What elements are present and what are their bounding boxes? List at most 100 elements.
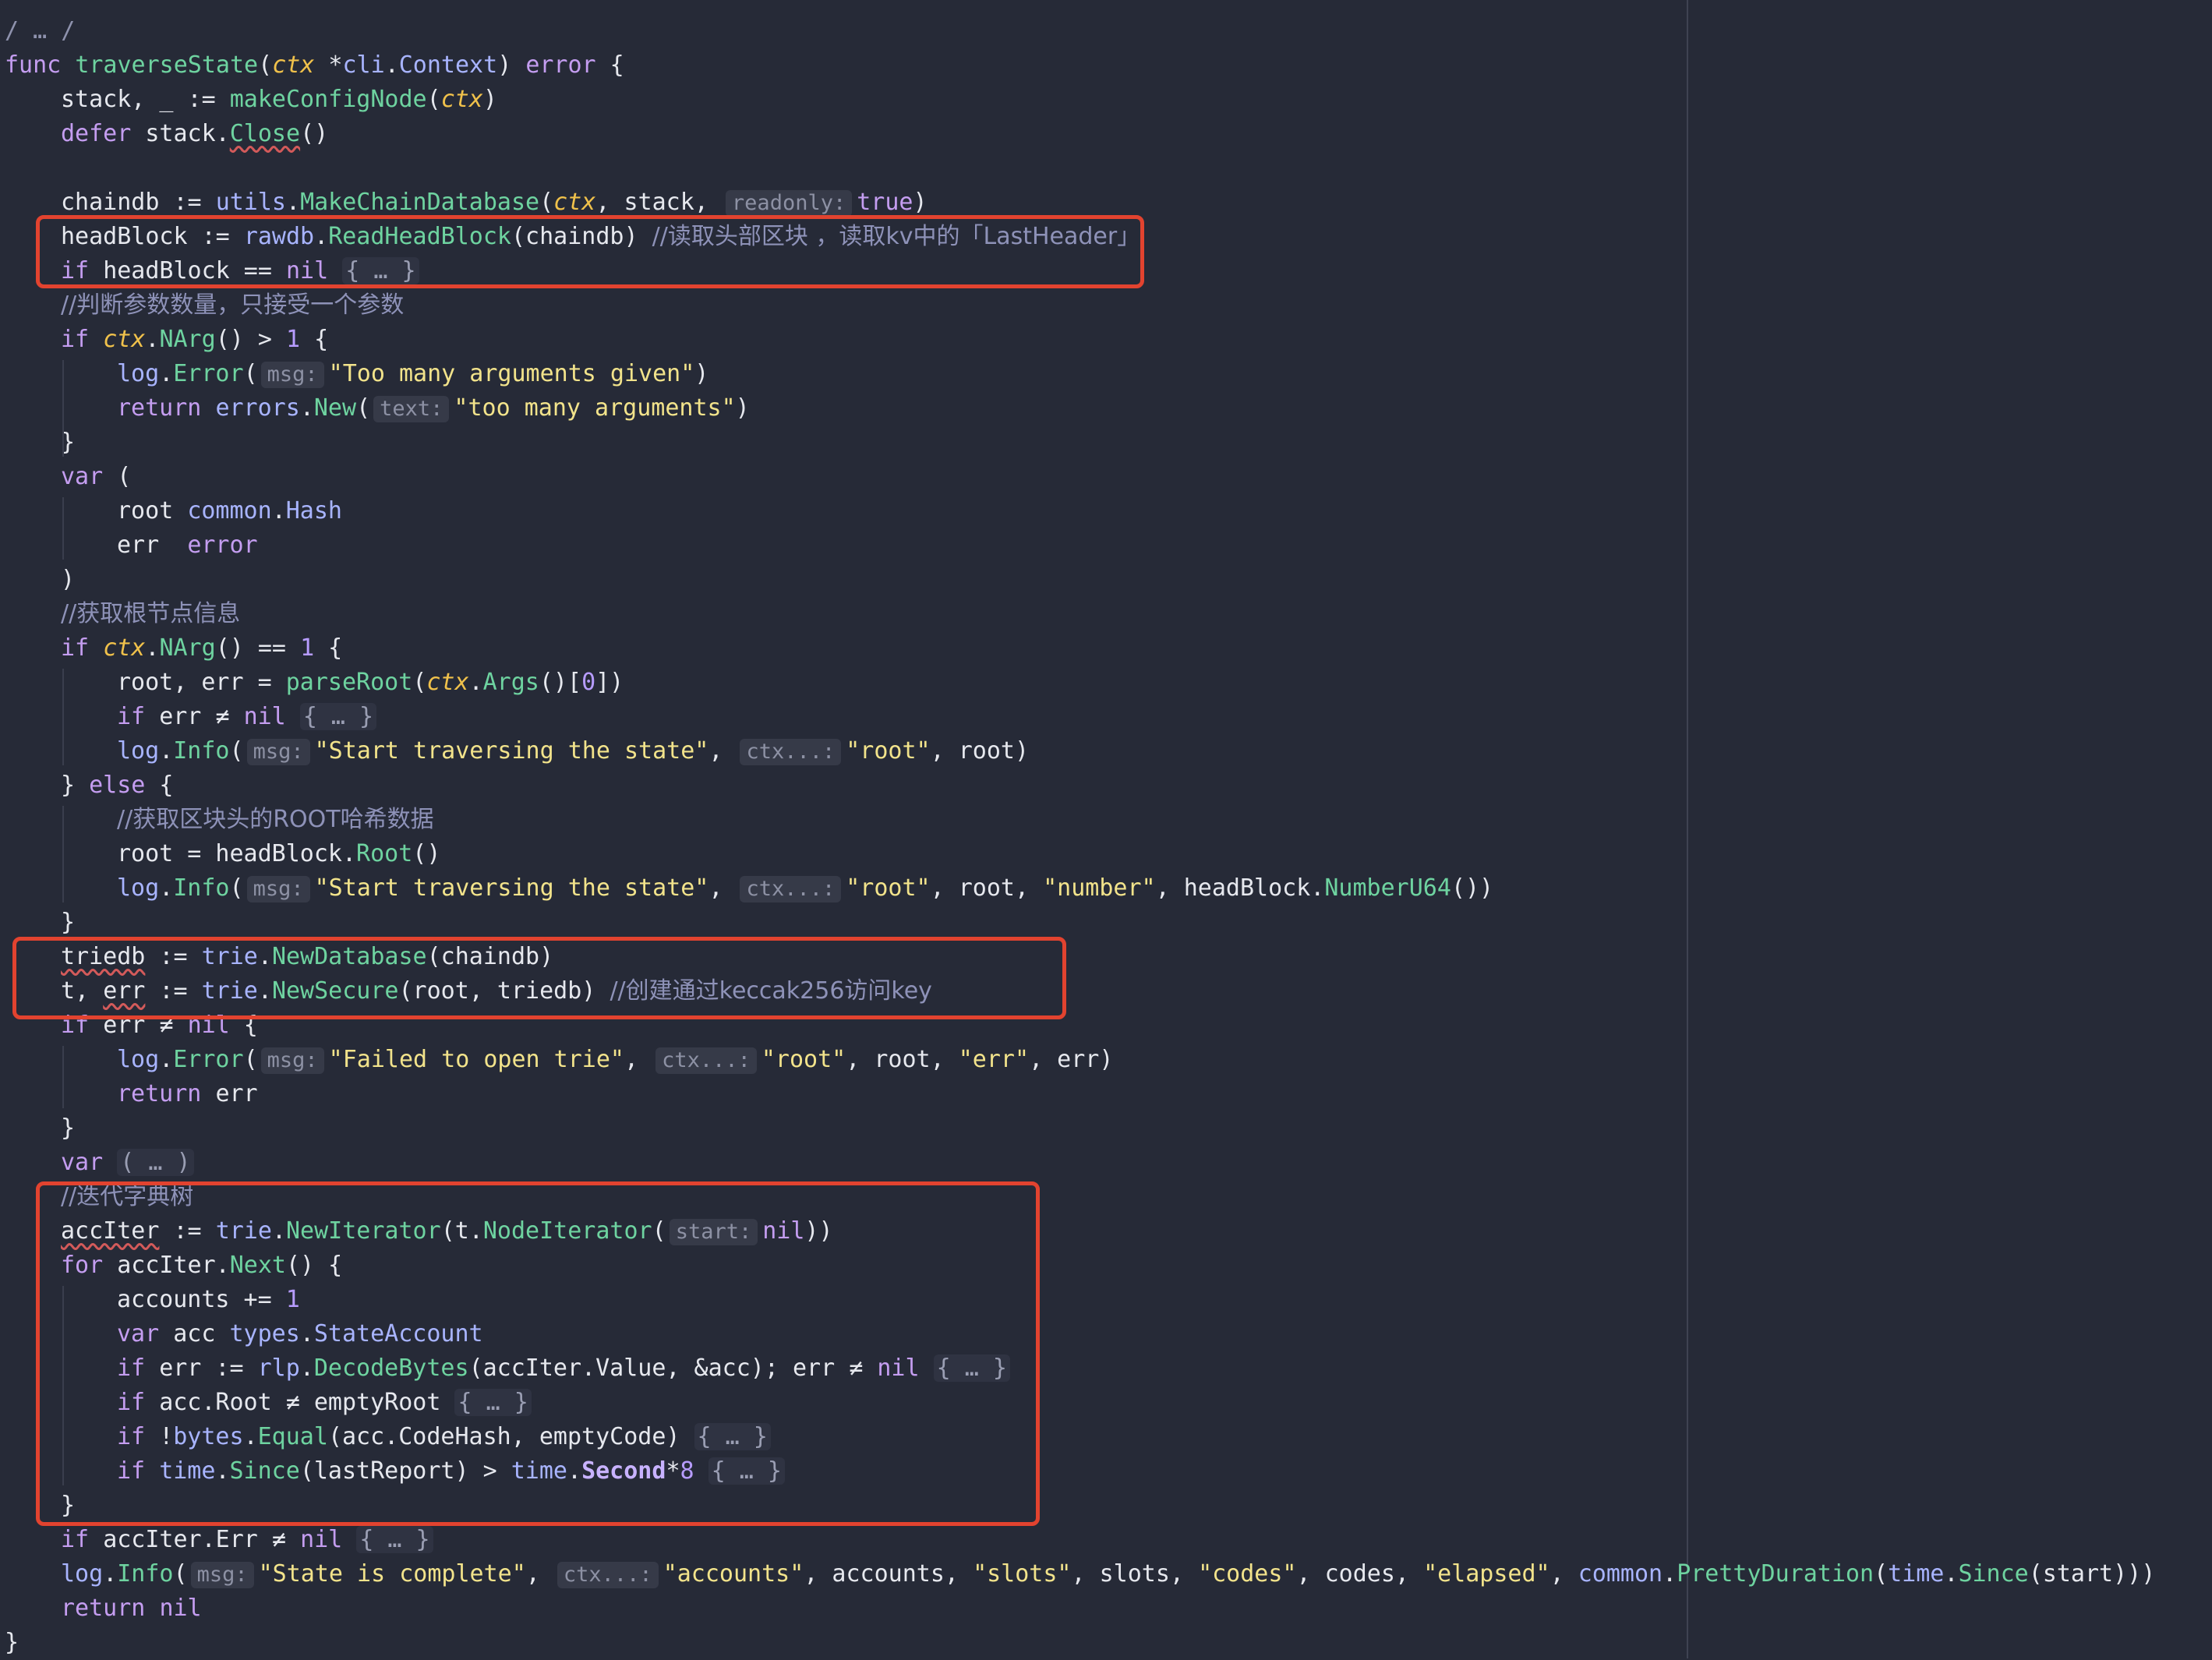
code-line[interactable]: triedb := trie.NewDatabase(chaindb) [61,940,553,974]
code-line[interactable]: if accIter.Err ≠ nil { … } [61,1523,433,1557]
code-token: 1 [300,634,315,662]
code-token: ctx [103,326,146,353]
code-token: "codes" [1198,1560,1297,1588]
code-line[interactable]: if time.Since(lastReport) > time.Second*… [117,1454,785,1489]
code-line[interactable]: if !bytes.Equal(acc.CodeHash, emptyCode)… [117,1420,771,1454]
code-line[interactable]: return err [117,1077,258,1111]
code-token: accIter. [117,1252,230,1279]
code-comment: //读取头部区块 ，读取kv中的「LastHeader」 [652,223,1141,250]
code-token: "err" [958,1046,1030,1073]
code-token: () > [215,326,286,353]
code-token: "Start traversing the state" [314,874,709,902]
code-token: NewIterator [286,1217,441,1245]
code-token: "Start traversing the state" [314,737,709,765]
code-line[interactable]: //获取区块头的ROOT哈希数据 [117,803,434,837]
folded-region[interactable]: { … } [933,1354,1010,1382]
code-line[interactable]: / … / [5,14,75,48]
folded-region[interactable]: { … } [694,1423,771,1450]
indent-guide [62,806,64,902]
code-line[interactable]: var ( … ) [61,1146,194,1180]
code-line[interactable]: t, err := trie.NewSecure(root, triedb) /… [61,974,932,1008]
code-line[interactable]: log.Error(msg: "Too many arguments given"… [117,357,708,391]
code-line[interactable]: if err := rlp.DecodeBytes(accIter.Value,… [117,1351,1010,1386]
code-token: ( [652,1217,666,1245]
code-token: DecodeBytes [313,1354,469,1382]
code-line[interactable]: var acc types.StateAccount [117,1317,483,1351]
code-line[interactable]: log.Info(msg: "Start traversing the state… [117,734,1029,768]
code-line[interactable]: return errors.New(text: "too many argumen… [117,391,750,426]
code-line[interactable]: root = headBlock.Root() [117,837,440,871]
folded-region[interactable]: { … } [342,257,419,284]
code-line[interactable]: } [61,906,75,940]
code-line[interactable]: chaindb := utils.MakeChainDatabase(ctx, … [61,185,928,220]
code-token: error [525,51,596,79]
code-token: NewDatabase [271,943,427,970]
code-token: makeConfigNode [229,86,427,113]
code-token: . [1663,1560,1677,1588]
code-editor[interactable]: / … / func traverseState(ctx *cli.Context… [0,0,2212,1658]
code-token: )) [804,1217,833,1245]
code-token: headBlock == [103,257,286,284]
code-token: ) [482,86,497,113]
code-token: () { [286,1252,343,1279]
code-line[interactable]: for accIter.Next() { [61,1249,342,1283]
folded-region[interactable]: { … } [708,1457,785,1485]
code-line[interactable]: root common.Hash [117,494,342,528]
code-token: NumberU64 [1324,874,1451,902]
code-token: ctx [553,189,596,216]
code-line[interactable]: accIter := trie.NewIterator(t.NodeIterat… [61,1214,833,1249]
folded-region[interactable]: { … } [299,703,377,730]
code-line[interactable]: func traverseState(ctx *cli.Context) err… [5,48,624,83]
code-line[interactable]: defer stack.Close() [61,117,328,151]
code-token: if [117,1423,160,1450]
code-line[interactable]: log.Error(msg: "Failed to open trie", ctx… [117,1043,1113,1077]
folded-region[interactable]: { … } [356,1526,433,1553]
code-token: . [257,977,272,1005]
folded-region[interactable]: ( … ) [117,1149,194,1176]
code-token: . [145,634,160,662]
code-token: ( [1874,1560,1889,1588]
code-line[interactable]: if ctx.NArg() > 1 { [61,323,328,357]
code-line[interactable]: root, err = parseRoot(ctx.Args()[0]) [117,666,624,700]
code-line[interactable]: if err ≠ nil { [61,1008,258,1043]
code-token: return [117,1080,216,1107]
code-token: accIter.Err ≠ [103,1526,301,1553]
code-line[interactable]: //获取根节点信息 [61,597,240,631]
code-line[interactable]: if acc.Root ≠ emptyRoot { … } [117,1386,532,1420]
code-line[interactable]: log.Info(msg: "Start traversing the state… [117,871,1493,906]
code-line[interactable]: stack, _ := makeConfigNode(ctx) [61,83,497,117]
folded-region[interactable]: { … } [454,1389,532,1416]
code-line[interactable]: if headBlock == nil { … } [61,254,419,288]
code-line[interactable]: return nil [61,1591,202,1626]
code-line[interactable]: } [61,1489,75,1523]
code-line[interactable]: log.Info(msg: "State is complete", ctx...… [61,1557,2155,1591]
code-line[interactable]: //迭代字典树 [61,1180,193,1214]
code-line[interactable]: } [61,1111,75,1146]
code-token: ctx [426,669,469,696]
code-token: , headBlock. [1155,874,1325,902]
code-token: . [299,1320,314,1347]
code-line[interactable]: ) [61,563,75,597]
code-line[interactable]: if ctx.NArg() == 1 { [61,631,342,666]
code-token: rlp [257,1354,300,1382]
code-line[interactable]: err error [117,528,258,563]
code-token: Info [173,874,230,902]
code-line[interactable]: accounts += 1 [117,1283,300,1317]
code-line[interactable]: var ( [61,460,131,494]
code-token: acc [173,1320,230,1347]
code-token: headBlock := [61,223,244,250]
code-line[interactable]: } [5,1626,19,1660]
code-line[interactable]: //判断参数数量，只接受一个参数 [61,288,404,323]
code-line[interactable]: } else { [61,768,174,803]
code-token: ( [243,1046,258,1073]
code-token: { [300,326,329,353]
code-token: ( [243,360,258,387]
code-token: ()) [1451,874,1494,902]
code-line[interactable]: if err ≠ nil { … } [117,700,377,734]
code-line[interactable]: headBlock := rawdb.ReadHeadBlock(chaindb… [61,220,1140,254]
code-comment: //创建通过keccak256访问key [610,977,932,1005]
code-token: return [117,394,216,422]
